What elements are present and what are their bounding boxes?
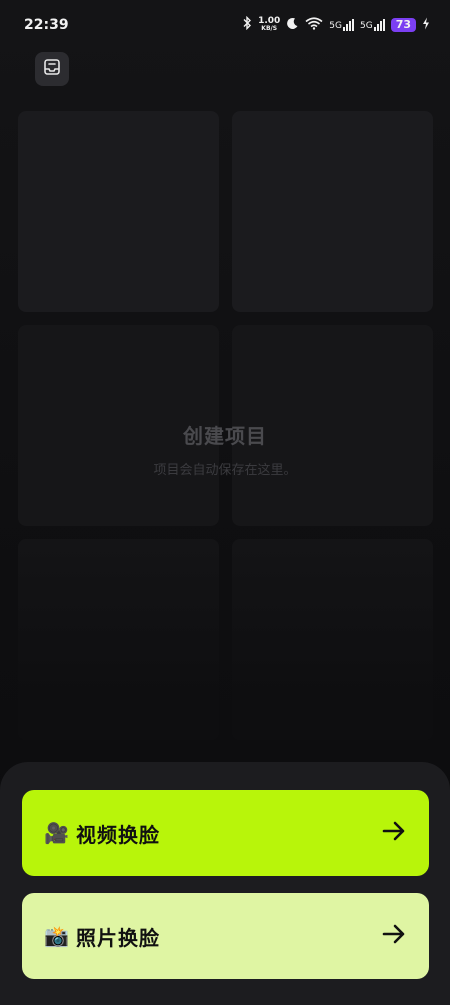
wifi-icon [305,16,323,34]
battery-indicator: 73 [390,18,416,32]
charging-bolt-icon [422,17,430,34]
status-bar: 22:39 1.00 KB/S 5G 5G 73 [0,0,450,50]
arrow-right-icon [381,818,407,848]
photo-face-swap-button[interactable]: 📸 照片换脸 [22,893,429,979]
arrow-right-icon [381,921,407,951]
status-time: 22:39 [24,17,69,33]
status-icons: 1.00 KB/S 5G 5G 73 [242,15,430,34]
inbox-button[interactable] [35,52,69,86]
app-screen: 22:39 1.00 KB/S 5G 5G 73 创建项目 项目会自动保存在这里… [0,0,450,1005]
photo-face-swap-content: 📸 照片换脸 [44,922,160,951]
cellular-signal-2: 5G [360,19,385,31]
video-face-swap-button[interactable]: 🎥 视频换脸 [22,790,429,876]
project-placeholder [18,539,219,740]
project-placeholder [232,111,433,312]
photo-face-swap-label: 照片换脸 [76,925,160,950]
cellular-signal-1: 5G [329,19,354,31]
video-face-swap-label: 视频换脸 [76,822,160,847]
empty-state-title: 创建项目 [183,424,267,448]
moon-icon [286,17,299,34]
network-speed-value: 1.00 [258,16,281,26]
project-placeholder [232,539,433,740]
project-placeholder [18,111,219,312]
signal-bars-icon [342,19,354,31]
camera-flash-icon: 📸 [44,924,69,948]
inbox-icon [42,57,62,81]
empty-state: 创建项目 项目会自动保存在这里。 [0,420,450,478]
video-camera-icon: 🎥 [44,821,69,845]
signal-1-label: 5G [329,21,342,31]
network-speed-unit: KB/S [261,25,278,32]
video-face-swap-content: 🎥 视频换脸 [44,819,160,848]
network-speed: 1.00 KB/S [258,17,280,33]
bluetooth-icon [242,15,252,34]
signal-bars-icon [373,19,385,31]
signal-2-label: 5G [359,21,373,31]
empty-state-subtitle: 项目会自动保存在这里。 [153,463,297,478]
